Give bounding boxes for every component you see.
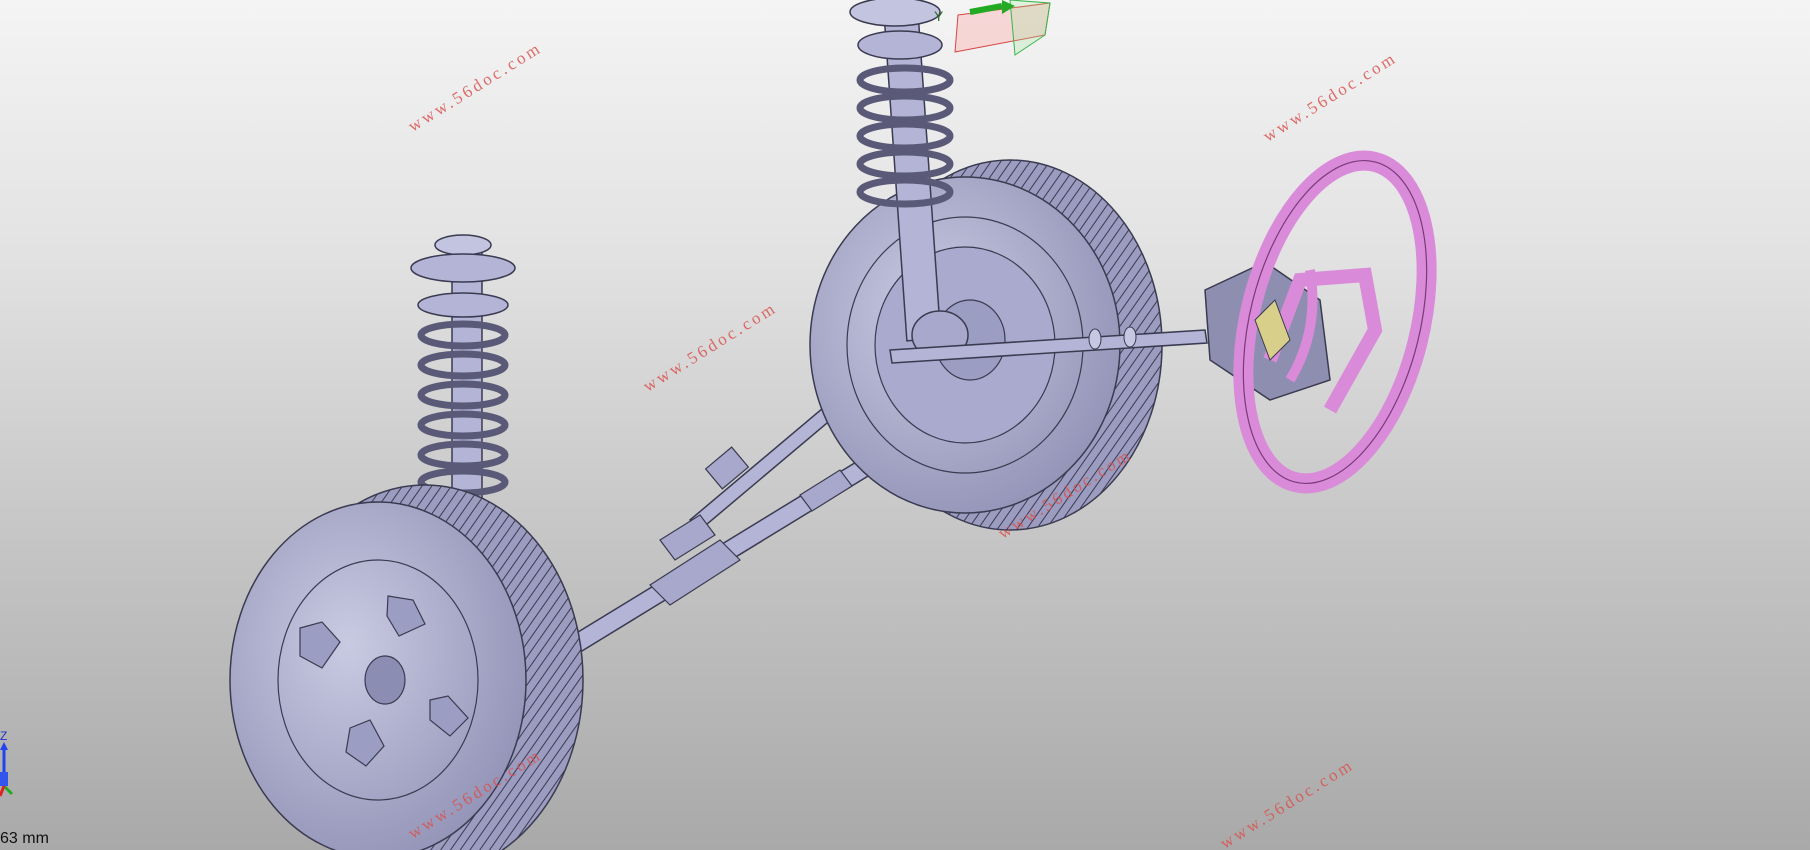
view-orientation-triad[interactable]: Z <box>0 728 20 803</box>
cad-viewport[interactable]: Y www.56doc.com www.56doc.com www.56doc.… <box>0 0 1810 850</box>
assembly-model[interactable]: Y <box>0 0 1810 850</box>
triad-y-label: Y <box>934 8 944 24</box>
left-strut[interactable] <box>410 234 516 516</box>
mini-triad-z-label: Z <box>0 729 7 743</box>
coordinate-triad[interactable]: Y <box>934 0 1051 56</box>
scale-label: 63 mm <box>0 830 49 847</box>
steering-wheel[interactable] <box>1204 141 1457 502</box>
left-wheel[interactable] <box>229 484 584 850</box>
